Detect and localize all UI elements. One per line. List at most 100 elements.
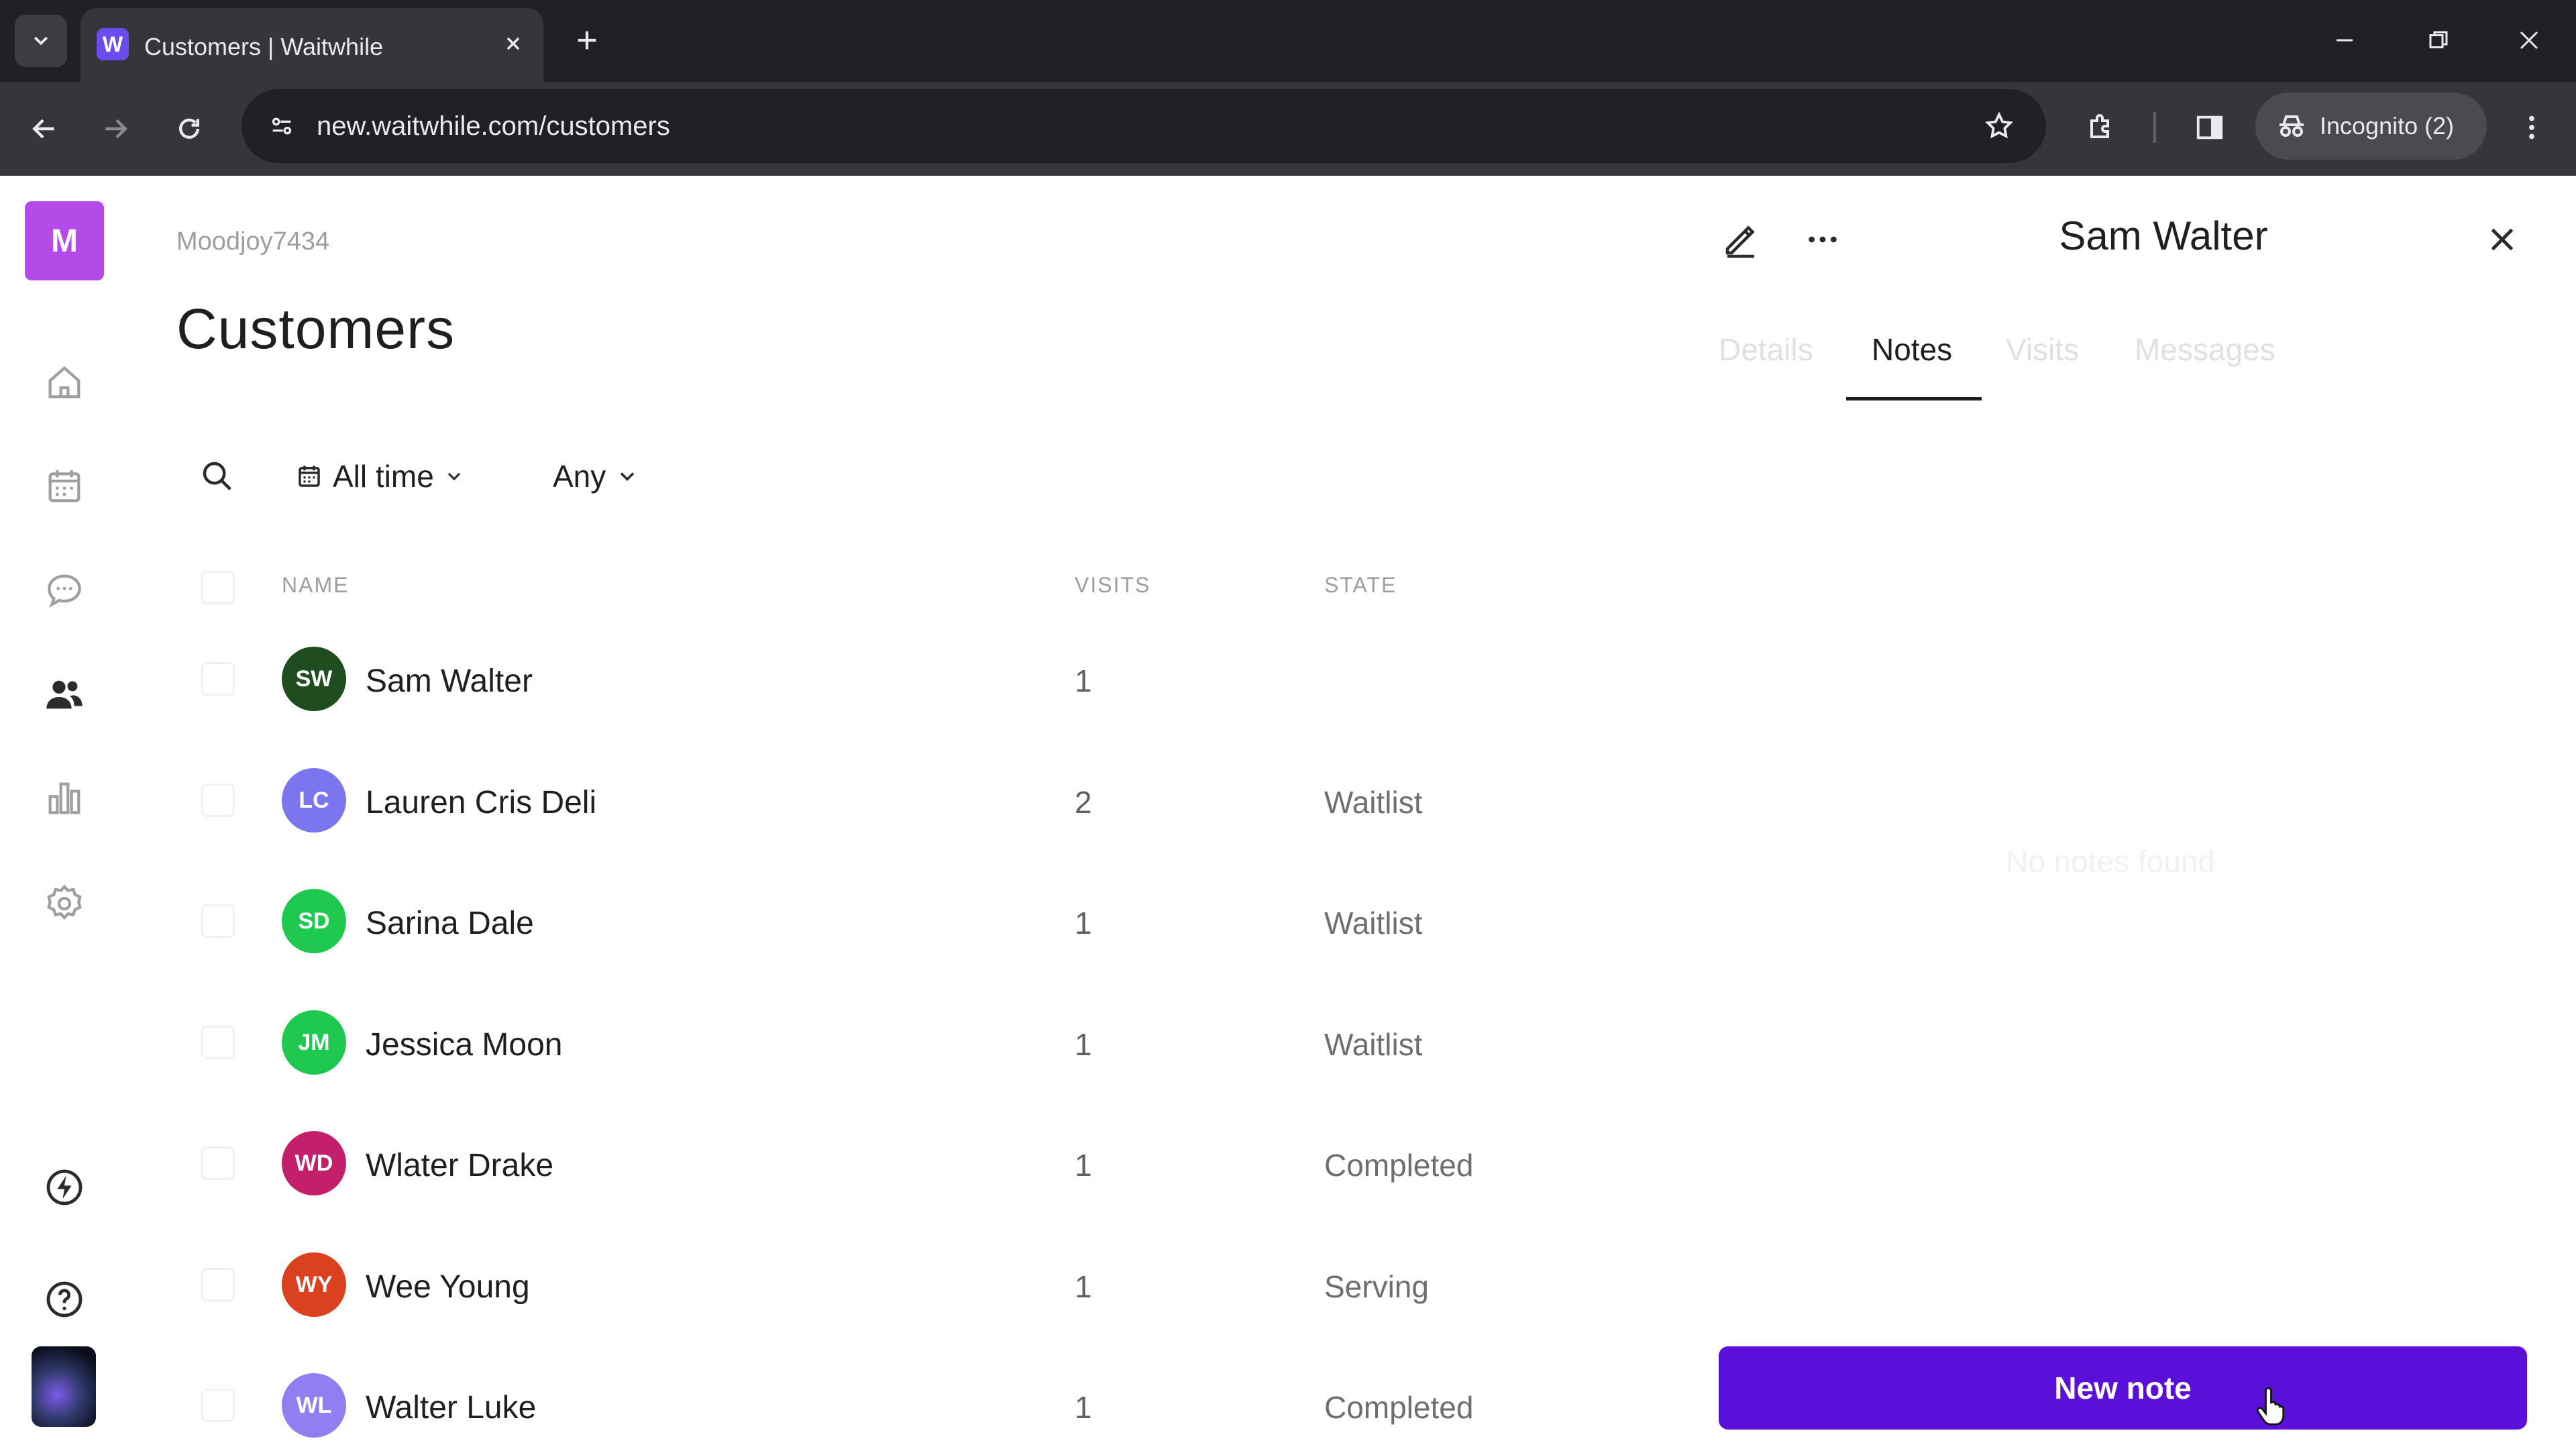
reload-button[interactable] [168, 107, 211, 150]
sidebar-item-help[interactable] [38, 1273, 91, 1326]
minimize-button[interactable] [2314, 13, 2375, 67]
sidebar-item-customers[interactable] [38, 667, 91, 721]
customer-name: Walter Luke [366, 1390, 537, 1426]
select-all-checkbox[interactable] [201, 571, 235, 604]
hand-pointer-icon [2257, 1387, 2285, 1426]
incognito-icon [2279, 115, 2304, 137]
customer-visits: 1 [1075, 906, 1092, 941]
workspace-breadcrumb[interactable]: Moodjoy7434 [176, 227, 329, 256]
close-panel-button[interactable] [2475, 213, 2529, 266]
customer-avatar: WL [282, 1373, 346, 1438]
customers-icon [46, 680, 83, 709]
search-button[interactable] [193, 452, 240, 499]
waitwhile-favicon-icon: W [97, 28, 129, 60]
customer-visits: 1 [1075, 1269, 1092, 1304]
close-icon [2520, 31, 2538, 50]
new-tab-button[interactable] [567, 20, 607, 60]
app-content: M Moodjoy7434 Customers All time Any NAM… [0, 176, 2576, 1449]
customer-state: Completed [1324, 1148, 1474, 1183]
pencil-icon [1725, 225, 1755, 258]
customer-avatar: WY [282, 1252, 346, 1317]
forward-button[interactable] [94, 107, 137, 150]
table-row[interactable]: WD Wlater Drake 1 Completed [174, 1104, 1677, 1225]
restore-icon [2429, 31, 2448, 48]
more-vertical-icon [2529, 115, 2534, 140]
extensions-button[interactable] [2080, 106, 2123, 149]
table-row[interactable]: SW Sam Walter 1 [174, 620, 1677, 741]
active-tab-indicator [1846, 397, 1982, 400]
column-header-state[interactable]: STATE [1324, 573, 1397, 598]
more-options-button[interactable] [1796, 213, 1849, 266]
back-button[interactable] [23, 107, 66, 150]
column-header-name[interactable]: NAME [282, 573, 349, 598]
customer-visits: 1 [1075, 1390, 1092, 1425]
tab-title: Customers | Waitwhile [144, 33, 384, 60]
customer-avatar: SW [282, 647, 346, 711]
browser-menu-button[interactable] [2510, 106, 2553, 149]
state-filter-dropdown[interactable]: Any [553, 451, 639, 502]
calendar-icon [299, 466, 320, 487]
table-row[interactable]: WL Walter Luke 1 Completed [174, 1346, 1677, 1449]
customer-visits: 2 [1075, 785, 1092, 820]
customer-name: Wee Young [366, 1269, 530, 1305]
sidebar-item-settings[interactable] [38, 877, 91, 930]
chevron-down-icon [620, 472, 635, 482]
new-note-button[interactable]: New note [1719, 1346, 2527, 1430]
incognito-label: Incognito (2) [2320, 112, 2455, 140]
tab-visits[interactable]: Visits [2006, 331, 2079, 368]
customer-avatar: JM [282, 1010, 346, 1075]
customer-state: Serving [1324, 1269, 1429, 1304]
page-title: Customers [176, 297, 455, 360]
address-bar[interactable]: new.waitwhile.com/customers [241, 89, 2046, 163]
incognito-profile-button[interactable]: Incognito (2) [2255, 93, 2487, 160]
customer-state: Waitlist [1324, 785, 1423, 820]
workspace-badge[interactable]: M [25, 201, 104, 280]
empty-notes-message: No notes found [2006, 844, 2216, 879]
customer-name: Sarina Dale [366, 906, 534, 941]
tab-details[interactable]: Details [1719, 331, 1813, 368]
sidebar-item-analytics[interactable] [38, 771, 91, 825]
table-row[interactable]: JM Jessica Moon 1 Waitlist [174, 983, 1677, 1104]
customer-avatar: LC [282, 768, 346, 833]
tab-search-button[interactable] [15, 15, 67, 67]
more-horizontal-icon [1809, 236, 1837, 243]
chat-icon [48, 574, 81, 608]
side-panel-button[interactable] [2188, 106, 2231, 149]
table-row[interactable]: SD Sarina Dale 1 Waitlist [174, 862, 1677, 983]
table-row[interactable]: WY Wee Young 1 Serving [174, 1226, 1677, 1346]
tab-close-button[interactable] [496, 27, 530, 60]
chevron-down-icon [447, 472, 460, 481]
tab-notes[interactable]: Notes [1872, 331, 1952, 368]
calendar-icon [48, 470, 80, 502]
side-panel-icon [2196, 115, 2223, 140]
edit-customer-button[interactable] [1714, 213, 1768, 266]
customer-avatar: WD [282, 1131, 346, 1195]
sidebar-item-messages[interactable] [38, 564, 91, 617]
user-avatar[interactable] [32, 1346, 96, 1427]
panel-customer-name: Sam Walter [2059, 213, 2268, 258]
window-close-button[interactable] [2499, 13, 2559, 67]
sidebar-item-calendar[interactable] [38, 460, 91, 513]
plus-icon [578, 31, 596, 50]
bookmark-button[interactable] [1979, 106, 2019, 146]
customer-visits: 1 [1075, 1027, 1092, 1062]
restore-button[interactable] [2408, 13, 2469, 67]
tab-messages[interactable]: Messages [2135, 331, 2275, 368]
customer-visits: 1 [1075, 1148, 1092, 1183]
site-info-button[interactable] [262, 106, 302, 146]
settings-icon [47, 884, 82, 920]
browser-tab-active[interactable]: W Customers | Waitwhile [80, 8, 543, 82]
customer-name: Wlater Drake [366, 1148, 554, 1183]
browser-tab-strip: W Customers | Waitwhile [0, 0, 2576, 82]
customer-name: Sam Walter [366, 663, 533, 699]
customer-state: Waitlist [1324, 1027, 1423, 1062]
column-header-visits[interactable]: VISITS [1075, 573, 1150, 598]
state-filter-label: Any [553, 459, 606, 494]
sidebar-item-home[interactable] [38, 356, 91, 409]
customer-avatar: SD [282, 889, 346, 953]
time-filter-dropdown[interactable]: All time [295, 451, 465, 502]
bolt-icon [46, 1169, 83, 1205]
table-row[interactable]: LC Lauren Cris Deli 2 Waitlist [174, 741, 1677, 862]
sidebar-item-whats-new[interactable] [38, 1161, 91, 1214]
app-sidebar: M [0, 176, 127, 1449]
